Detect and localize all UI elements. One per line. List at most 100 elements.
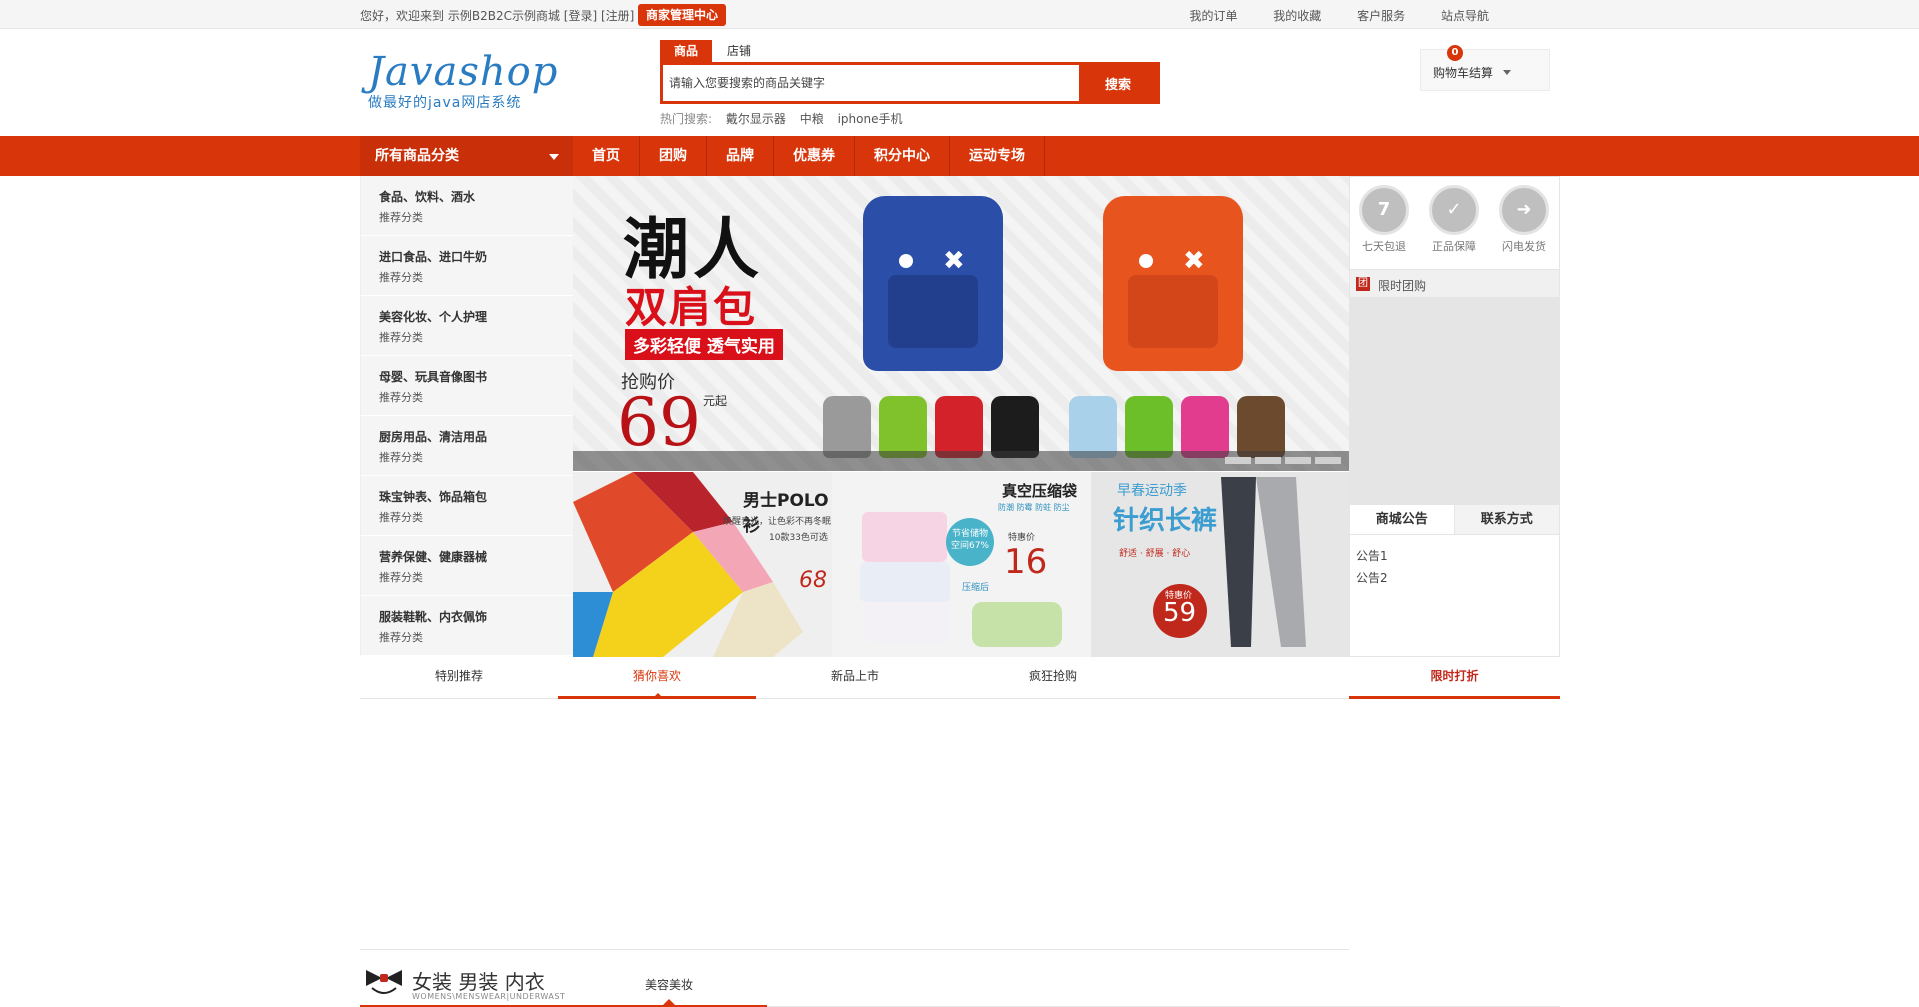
register-link[interactable]: [注册]	[601, 9, 634, 23]
bag-pocket	[1128, 274, 1218, 349]
floor-tab-beauty[interactable]: 美容美妆	[645, 976, 693, 993]
hero-banner[interactable]: 潮人 双肩包 多彩轻便 透气实用 抢购价 69 元起 ✖ ✖	[573, 176, 1349, 471]
seven-day-return-icon: 7	[1359, 185, 1409, 235]
service-seven-day-return[interactable]: 7 七天包退	[1354, 185, 1414, 254]
tab-new-arrivals[interactable]: 新品上市	[756, 657, 954, 699]
nav-item-group-buy[interactable]: 团购	[640, 136, 707, 176]
nav-item-coupon[interactable]: 优惠券	[774, 136, 855, 176]
category-sub[interactable]: 推荐分类	[379, 629, 573, 645]
all-categories-button[interactable]: 所有商品分类	[360, 136, 573, 176]
login-link[interactable]: [登录]	[564, 9, 597, 23]
category-item[interactable]: 美容化妆、个人护理 推荐分类	[361, 296, 573, 356]
promo-subtitle: 早春运动季	[1117, 483, 1187, 499]
category-title[interactable]: 营养保健、健康器械	[379, 548, 573, 565]
my-orders-link[interactable]: 我的订单	[1189, 9, 1237, 23]
category-item[interactable]: 食品、饮料、酒水 推荐分类	[361, 176, 573, 236]
small-backpack-image	[991, 396, 1039, 458]
hot-search-label: 热门搜索:	[660, 112, 713, 126]
customer-service-link[interactable]: 客户服务	[1357, 9, 1405, 23]
announcement-item[interactable]: 公告2	[1356, 567, 1388, 589]
nav-item-brand[interactable]: 品牌	[707, 136, 774, 176]
banner-title2: 双肩包	[625, 283, 758, 332]
tab-announcement[interactable]: 商城公告	[1350, 505, 1455, 534]
category-sub[interactable]: 推荐分类	[379, 569, 573, 585]
search-tab-goods[interactable]: 商品	[660, 40, 713, 62]
promo-tags: 舒适 · 舒展 · 舒心	[1119, 549, 1191, 559]
announcement-list: 公告1 公告2	[1356, 545, 1388, 589]
group-buy-header[interactable]: 团 限时团购	[1350, 269, 1559, 297]
nav-item-points[interactable]: 积分中心	[855, 136, 950, 176]
bag-pocket	[888, 274, 978, 349]
banner-dot[interactable]	[1285, 457, 1311, 464]
service-genuine[interactable]: ✓ 正品保障	[1424, 185, 1484, 254]
category-sub[interactable]: 推荐分类	[379, 269, 573, 285]
category-title[interactable]: 食品、饮料、酒水	[379, 188, 573, 205]
promo-line1: 焕醒青光，让色彩不再冬眠	[723, 517, 832, 527]
promo-knit-pants[interactable]: 早春运动季 针织长裤 舒适 · 舒展 · 舒心 特惠价 59	[1091, 472, 1350, 657]
service-fast-delivery[interactable]: ➜ 闪电发货	[1494, 185, 1554, 254]
genuine-guarantee-icon: ✓	[1429, 185, 1479, 235]
hot-keyword[interactable]: iphone手机	[838, 112, 903, 126]
group-buy-label: 限时团购	[1378, 279, 1427, 293]
my-favorites-link[interactable]: 我的收藏	[1273, 9, 1321, 23]
welcome-text: 您好，欢迎来到 示例B2B2C示例商城 [登录] [注册]	[360, 7, 634, 24]
category-item[interactable]: 进口食品、进口牛奶 推荐分类	[361, 236, 573, 296]
tab-flash-sale[interactable]: 疯狂抢购	[954, 657, 1152, 699]
banner-tag: 多彩轻便 透气实用	[625, 329, 783, 360]
banner-pager	[573, 451, 1349, 471]
site-nav-link[interactable]: 站点导航	[1441, 9, 1489, 23]
cart-button[interactable]: 0 购物车结算	[1420, 45, 1550, 91]
service-label: 闪电发货	[1502, 240, 1546, 253]
category-item[interactable]: 珠宝钟表、饰品箱包 推荐分类	[361, 476, 573, 536]
floor-subtitle: WOMENS\MENSWEAR|UNDERWAST	[412, 992, 566, 1001]
merchant-center-button[interactable]: 商家管理中心	[638, 4, 727, 26]
promo-polo[interactable]: 男士POLO衫 焕醒青光，让色彩不再冬眠 10款33色可选 68	[573, 472, 832, 657]
category-sub[interactable]: 推荐分类	[379, 449, 573, 465]
promo-title: 男士POLO衫	[743, 491, 829, 536]
promo-line2: 10款33色可选	[769, 533, 828, 543]
search-input[interactable]	[663, 65, 1081, 101]
small-backpack-image	[1125, 396, 1173, 458]
category-title[interactable]: 珠宝钟表、饰品箱包	[379, 488, 573, 505]
site-logo[interactable]: Javashop 做最好的java网店系统	[368, 49, 588, 111]
banner-dot[interactable]	[1315, 457, 1341, 464]
promo-vacuum-bag[interactable]: 真空压缩袋 防潮 防霉 防蛀 防尘 节省储物空间67% 特惠价 16 压缩后	[832, 472, 1091, 657]
tab-special-recommend[interactable]: 特别推荐	[360, 657, 558, 699]
tab-guess-you-like[interactable]: 猜你喜欢	[558, 657, 756, 699]
category-sub[interactable]: 推荐分类	[379, 209, 573, 225]
nav-items: 首页 团购 品牌 优惠券 积分中心 运动专场	[573, 136, 1045, 176]
category-item[interactable]: 营养保健、健康器械 推荐分类	[361, 536, 573, 596]
category-sub[interactable]: 推荐分类	[379, 509, 573, 525]
search-button[interactable]: 搜索	[1079, 65, 1157, 101]
promo-tags: 防潮 防霉 防蛀 防尘	[998, 503, 1070, 512]
tab-limited-discount[interactable]: 限时打折	[1349, 657, 1560, 699]
category-title[interactable]: 服装鞋靴、内衣佩饰	[379, 608, 573, 625]
service-label: 七天包退	[1362, 240, 1406, 253]
tab-contact[interactable]: 联系方式	[1454, 505, 1559, 534]
banner-dot[interactable]	[1255, 457, 1281, 464]
nav-item-home[interactable]: 首页	[573, 136, 640, 176]
hot-keyword[interactable]: 中粮	[800, 112, 824, 126]
category-title[interactable]: 母婴、玩具音像图书	[379, 368, 573, 385]
category-title[interactable]: 厨房用品、清洁用品	[379, 428, 573, 445]
promo-price: 59	[1163, 598, 1197, 628]
bag-x-mark: ✖	[943, 246, 965, 276]
bag-eye	[899, 254, 913, 268]
hot-keyword[interactable]: 戴尔显示器	[726, 112, 786, 126]
category-sub[interactable]: 推荐分类	[379, 389, 573, 405]
category-item[interactable]: 厨房用品、清洁用品 推荐分类	[361, 416, 573, 476]
banner-dot[interactable]	[1225, 457, 1251, 464]
logo-main-text: Javashop	[368, 49, 559, 95]
nav-item-sports[interactable]: 运动专场	[950, 136, 1045, 176]
logo-slogan: 做最好的java网店系统	[368, 95, 522, 111]
cart-label: 购物车结算	[1433, 66, 1494, 80]
search-tab-shops[interactable]: 店铺	[713, 40, 765, 62]
floor-header: 女装 男装 内衣 WOMENS\MENSWEAR|UNDERWAST 美容美妆	[360, 958, 1560, 1007]
bag-x-mark: ✖	[1183, 246, 1205, 276]
category-sub[interactable]: 推荐分类	[379, 329, 573, 345]
category-title[interactable]: 进口食品、进口牛奶	[379, 248, 573, 265]
announcement-item[interactable]: 公告1	[1356, 545, 1388, 567]
category-title[interactable]: 美容化妆、个人护理	[379, 308, 573, 325]
category-item[interactable]: 服装鞋靴、内衣佩饰 推荐分类	[361, 596, 573, 656]
category-item[interactable]: 母婴、玩具音像图书 推荐分类	[361, 356, 573, 416]
